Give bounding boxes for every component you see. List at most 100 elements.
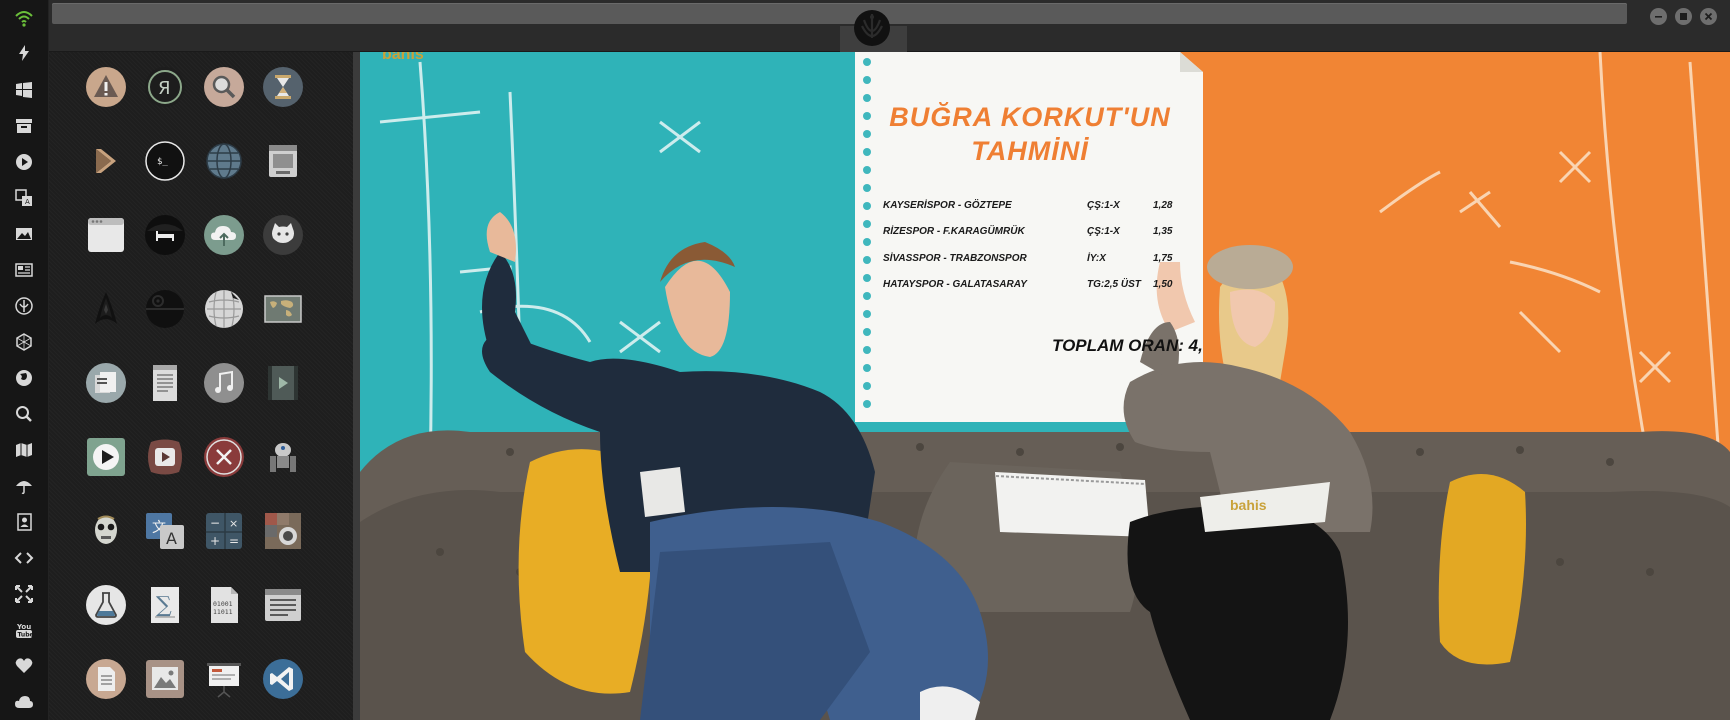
windows-icon[interactable] bbox=[11, 77, 37, 103]
svg-text:You: You bbox=[16, 623, 31, 631]
svg-text:A: A bbox=[25, 198, 30, 206]
panel-divider[interactable] bbox=[353, 52, 360, 720]
close-circle-icon[interactable] bbox=[203, 436, 245, 478]
network-globe-icon[interactable] bbox=[203, 140, 245, 182]
svg-text:−: − bbox=[210, 516, 220, 530]
window-icon[interactable] bbox=[85, 214, 127, 256]
bet-match: HATAYSPOR - GALATASARAY bbox=[883, 279, 1027, 290]
music-icon[interactable] bbox=[203, 362, 245, 404]
starfleet-icon[interactable] bbox=[85, 288, 127, 330]
world-map-icon[interactable] bbox=[262, 288, 304, 330]
umbrella-icon[interactable] bbox=[11, 473, 37, 499]
binary-file-icon[interactable]: 01001 11011 bbox=[203, 584, 245, 626]
photo-icon[interactable] bbox=[144, 658, 186, 700]
rebel-alliance-icon bbox=[852, 8, 892, 48]
bet-row: RİZESPOR - F.KARAGÜMRÜK ÇŞ:1-X 1,35 bbox=[883, 226, 1183, 242]
flask-icon[interactable] bbox=[85, 584, 127, 626]
desktop: A You Tube Я $_ 文 A − × + = ∑ 01001 1101… bbox=[0, 0, 1730, 720]
search-icon[interactable] bbox=[11, 401, 37, 427]
wikipedia-icon[interactable] bbox=[203, 288, 245, 330]
channel-logo: bahis bbox=[382, 52, 424, 63]
image-icon[interactable] bbox=[11, 221, 37, 247]
video-file-icon[interactable] bbox=[262, 362, 304, 404]
bet-row: SİVASSPOR - TRABZONSPOR İY:X 1,75 bbox=[883, 253, 1183, 269]
wifi-icon[interactable] bbox=[11, 5, 37, 31]
bet-odds: 1,28 bbox=[1153, 200, 1173, 211]
bet-pick: TG:2,5 ÜST bbox=[1087, 279, 1141, 290]
lightning-icon[interactable] bbox=[11, 40, 37, 66]
death-star-icon[interactable] bbox=[144, 288, 186, 330]
dock: A You Tube bbox=[0, 0, 49, 720]
maximize-button[interactable] bbox=[1675, 8, 1692, 25]
github-icon[interactable] bbox=[262, 214, 304, 256]
video-player[interactable]: bahis bahis BUĞRA KORKUT'UN TAHMİNİ KAYS… bbox=[360, 52, 1730, 720]
chevron-right-icon[interactable] bbox=[85, 140, 127, 182]
bet-odds: 1,75 bbox=[1153, 253, 1173, 264]
news-icon[interactable] bbox=[11, 257, 37, 283]
bet-odds: 1,50 bbox=[1153, 279, 1173, 290]
svg-text:Tube: Tube bbox=[18, 632, 34, 639]
calculator-icon[interactable]: − × + = bbox=[203, 510, 245, 552]
warning-icon[interactable] bbox=[85, 66, 127, 108]
droid-icon[interactable] bbox=[262, 436, 304, 478]
document-icon[interactable] bbox=[85, 658, 127, 700]
screenshot-icon[interactable] bbox=[262, 510, 304, 552]
hexagon-icon[interactable] bbox=[11, 329, 37, 355]
document-stack-icon[interactable] bbox=[85, 362, 127, 404]
yandex-icon[interactable]: Я bbox=[144, 66, 186, 108]
globe-icon[interactable] bbox=[11, 365, 37, 391]
translate-app-icon[interactable]: 文A bbox=[144, 510, 186, 552]
video-player-icon[interactable] bbox=[144, 436, 186, 478]
prediction-title: BUĞRA KORKUT'UN TAHMİNİ bbox=[880, 100, 1180, 168]
play-icon[interactable] bbox=[11, 149, 37, 175]
bed-icon[interactable] bbox=[144, 214, 186, 256]
svg-text:A: A bbox=[166, 529, 177, 548]
hourglass-icon[interactable] bbox=[262, 66, 304, 108]
bet-match: RİZESPOR - F.KARAGÜMRÜK bbox=[883, 226, 1025, 237]
contacts-icon[interactable] bbox=[11, 509, 37, 535]
cloud-icon[interactable] bbox=[11, 689, 37, 715]
map-icon[interactable] bbox=[11, 437, 37, 463]
svg-text:Я: Я bbox=[158, 78, 171, 99]
bet-pick: ÇŞ:1-X bbox=[1087, 200, 1120, 211]
heart-icon[interactable] bbox=[11, 653, 37, 679]
svg-text:$_: $_ bbox=[157, 157, 168, 167]
play-video-icon[interactable] bbox=[85, 436, 127, 478]
bet-match: KAYSERİSPOR - GÖZTEPE bbox=[883, 200, 1012, 211]
code-icon[interactable] bbox=[11, 545, 37, 571]
terminal-icon[interactable]: $_ bbox=[144, 140, 186, 182]
svg-text:∑: ∑ bbox=[156, 593, 172, 618]
search-icon[interactable] bbox=[203, 66, 245, 108]
bet-row: HATAYSPOR - GALATASARAY TG:2,5 ÜST 1,50 bbox=[883, 279, 1183, 295]
total-odds: TOPLAM ORAN: 4, bbox=[1052, 336, 1203, 355]
youtube-icon[interactable]: You Tube bbox=[11, 617, 37, 643]
svg-text:=: = bbox=[229, 534, 239, 548]
bet-row: KAYSERİSPOR - GÖZTEPE ÇŞ:1-X 1,28 bbox=[883, 200, 1183, 216]
svg-text:11011: 11011 bbox=[213, 608, 233, 616]
window-titlebar bbox=[49, 0, 1730, 52]
vscode-icon[interactable] bbox=[262, 658, 304, 700]
fullscreen-icon[interactable] bbox=[11, 581, 37, 607]
archive-icon[interactable] bbox=[11, 113, 37, 139]
c3po-icon[interactable] bbox=[85, 510, 127, 552]
minimize-button[interactable] bbox=[1650, 8, 1667, 25]
text-file-icon[interactable] bbox=[144, 362, 186, 404]
bet-pick: ÇŞ:1-X bbox=[1087, 226, 1120, 237]
prediction-title-line2: TAHMİNİ bbox=[971, 136, 1089, 166]
app-launcher: Я $_ 文 A − × + = ∑ 01001 11011 bbox=[49, 52, 353, 720]
disk-icon[interactable] bbox=[262, 140, 304, 182]
svg-text:01001: 01001 bbox=[213, 600, 233, 608]
svg-text:×: × bbox=[229, 517, 238, 530]
close-button[interactable] bbox=[1700, 8, 1717, 25]
rebel-icon[interactable] bbox=[11, 293, 37, 319]
prediction-title-line1: BUĞRA KORKUT'UN bbox=[889, 102, 1171, 132]
presentation-icon[interactable] bbox=[203, 658, 245, 700]
math-icon[interactable]: ∑ bbox=[144, 584, 186, 626]
bet-match: SİVASSPOR - TRABZONSPOR bbox=[883, 253, 1027, 264]
pillow-logo: bahis bbox=[1230, 497, 1267, 513]
bet-odds: 1,35 bbox=[1153, 226, 1173, 237]
translate-icon[interactable]: A bbox=[11, 185, 37, 211]
text-editor-icon[interactable] bbox=[262, 584, 304, 626]
cloud-upload-icon[interactable] bbox=[203, 214, 245, 256]
address-bar[interactable] bbox=[52, 3, 1627, 24]
